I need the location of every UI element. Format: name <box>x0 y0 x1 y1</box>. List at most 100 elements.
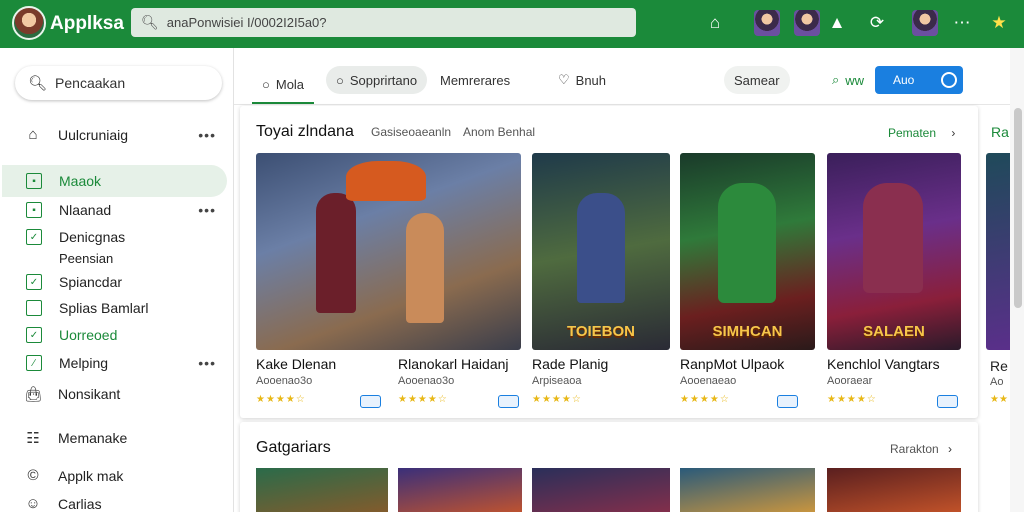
sidebar-item-label: Nonsikant <box>58 386 121 402</box>
app-logo-avatar[interactable] <box>12 6 46 40</box>
section-title: Gatgariars <box>256 439 331 456</box>
top-search-input[interactable] <box>166 15 607 30</box>
scrollbar-thumb[interactable] <box>1014 108 1022 308</box>
heart-icon: ♡ <box>558 72 570 87</box>
avatar-icon[interactable] <box>912 10 938 36</box>
sidebar-item[interactable]: 👜︎ Nonsikant <box>0 385 234 403</box>
category-thumbnail[interactable] <box>827 468 961 512</box>
sidebar-item[interactable]: ✓ Denicgnas <box>0 229 234 245</box>
more-icon[interactable]: ••• <box>198 127 216 143</box>
sidebar: 🔍︎ Pencaakan ⌂ Uulcruniaig ••• ▪ Maaok ▪… <box>0 48 234 512</box>
sidebar-search-label: Pencaakan <box>55 75 126 91</box>
sidebar-item-active[interactable]: ▪ Maaok <box>2 165 227 197</box>
game-thumbnail[interactable] <box>986 153 1010 350</box>
search-icon: 🔍︎ <box>28 75 48 92</box>
sidebar-item-label: Denicgnas <box>59 229 126 245</box>
tab-members[interactable]: Memrerares <box>430 66 520 94</box>
small-link[interactable]: ⌕ ww <box>822 66 874 94</box>
sidebar-item[interactable]: ▪ Nlaanad ••• <box>0 202 234 218</box>
sidebar-item-label: Peensian <box>59 251 114 266</box>
sidebar-item-label: Uulcruniaig <box>58 126 129 143</box>
tab-search[interactable]: ♡ Bnuh <box>548 66 616 94</box>
game-meta: Aooenao3o <box>256 375 313 387</box>
rating-stars: ★★★★☆ <box>532 394 582 405</box>
section-subtitle[interactable]: Anom Benhal <box>463 125 535 139</box>
category-thumbnail[interactable] <box>532 468 670 512</box>
rating-stars: ★★★★☆ <box>827 394 877 405</box>
circle-icon: ○ <box>262 76 270 92</box>
game-thumbnail[interactable]: SALAEN <box>827 153 961 350</box>
key-icon: ⌕ <box>832 72 840 87</box>
game-thumbnail[interactable]: TOIEBON <box>532 153 670 350</box>
rating-stars: ★★★★☆ <box>398 394 448 405</box>
more-icon[interactable]: ••• <box>198 355 216 371</box>
more-icon[interactable]: ⋯ <box>949 10 975 36</box>
game-title[interactable]: Kake Dlenan <box>256 356 336 372</box>
section-subtitle[interactable]: Gasiseoaeanln <box>371 125 451 139</box>
tab-support[interactable]: ○ Sopprirtano <box>326 66 428 94</box>
category-thumbnail[interactable] <box>256 468 388 512</box>
thumbnail-label: TOIEBON <box>566 323 636 340</box>
featured-section: Toyai zlndana Gasiseoaeanln Anom Benhal … <box>240 106 1009 418</box>
see-all-link[interactable]: Rarakton › <box>890 442 952 456</box>
chevron-right-icon: › <box>951 126 956 140</box>
see-more-link[interactable]: Pematen › <box>888 126 955 140</box>
avatar-icon[interactable] <box>794 10 820 36</box>
game-title[interactable]: Re <box>990 358 1008 374</box>
sidebar-item[interactable]: ✓ Uorreoed <box>0 327 234 343</box>
samer-button[interactable]: Samear <box>724 66 790 94</box>
sidebar-item-label: Splias Bamlarl <box>59 300 149 316</box>
more-icon[interactable]: ••• <box>198 202 216 218</box>
game-title[interactable]: RanpMot Ulpaok <box>680 356 784 372</box>
game-thumbnail[interactable]: SIMHCAN <box>680 153 815 350</box>
bell-icon[interactable]: ▲ <box>824 10 850 36</box>
home-icon[interactable]: ⌂ <box>702 10 728 36</box>
category-thumbnail[interactable] <box>398 468 522 512</box>
check-icon: ✓ <box>26 274 42 290</box>
sidebar-item-home[interactable]: ⌂ Uulcruniaig ••• <box>0 126 234 143</box>
game-title[interactable]: Rade Planig <box>532 356 608 372</box>
sidebar-item-label: Carlias <box>58 495 102 512</box>
bag-icon: 👜︎ <box>24 386 44 403</box>
sidebar-item-label: Applk mak <box>58 467 124 484</box>
tab-home[interactable]: ○ Mola <box>252 66 315 104</box>
rating-stars: ★★ <box>990 394 1008 405</box>
sidebar-item-label: Nlaanad <box>59 202 112 218</box>
chevron-right-icon: › <box>948 442 953 456</box>
toggle-icon <box>941 72 957 88</box>
install-badge[interactable] <box>498 395 519 408</box>
sidebar-item[interactable]: ✓ Spiancdar <box>0 274 234 290</box>
game-meta: Ao <box>990 376 1004 388</box>
sidebar-item[interactable]: Peensian <box>0 251 234 266</box>
rating-stars: ★★★★☆ <box>680 394 730 405</box>
sidebar-item[interactable]: ☺ Carlias <box>0 495 234 512</box>
sidebar-item[interactable]: © Applk mak <box>0 467 234 484</box>
rating-stars: ★★★★☆ <box>256 394 306 405</box>
check-icon: ✓ <box>26 229 42 245</box>
next-section-peek: Ra <box>991 124 1009 140</box>
sync-icon[interactable]: ⟳ <box>864 10 890 36</box>
install-badge[interactable] <box>937 395 958 408</box>
section-title: Toyai zlndana <box>256 123 354 140</box>
install-badge[interactable] <box>777 395 798 408</box>
thumbnail-label: SIMHCAN <box>712 323 783 340</box>
sidebar-item[interactable]: ☷ Memanake <box>0 429 234 447</box>
game-title[interactable]: Kenchlol Vangtars <box>827 356 940 372</box>
game-meta: Aooraear <box>827 375 873 387</box>
primary-button[interactable]: Auo <box>875 66 963 94</box>
sidebar-item[interactable]: Splias Bamlarl <box>0 300 234 316</box>
check-icon: ✓ <box>26 327 42 343</box>
category-thumbnail[interactable] <box>680 468 815 512</box>
main-content: ○ Mola ○ Sopprirtano Memrerares ♡ Bnuh S… <box>234 48 1010 512</box>
game-thumbnail[interactable] <box>256 153 521 350</box>
game-title[interactable]: Rlanokarl Haidanj <box>398 356 509 372</box>
sidebar-search[interactable]: 🔍︎ Pencaakan <box>15 66 222 100</box>
install-badge[interactable] <box>360 395 381 408</box>
thumbnail-label: SALAEN <box>863 323 925 340</box>
avatar-icon[interactable] <box>754 10 780 36</box>
star-icon[interactable]: ★ <box>986 10 1012 36</box>
sidebar-item[interactable]: ∕ Melping ••• <box>0 355 234 371</box>
top-search-bar[interactable]: 🔍︎ <box>131 8 636 37</box>
scrollbar[interactable] <box>1010 48 1024 512</box>
app-title[interactable]: Applksa <box>50 13 124 35</box>
